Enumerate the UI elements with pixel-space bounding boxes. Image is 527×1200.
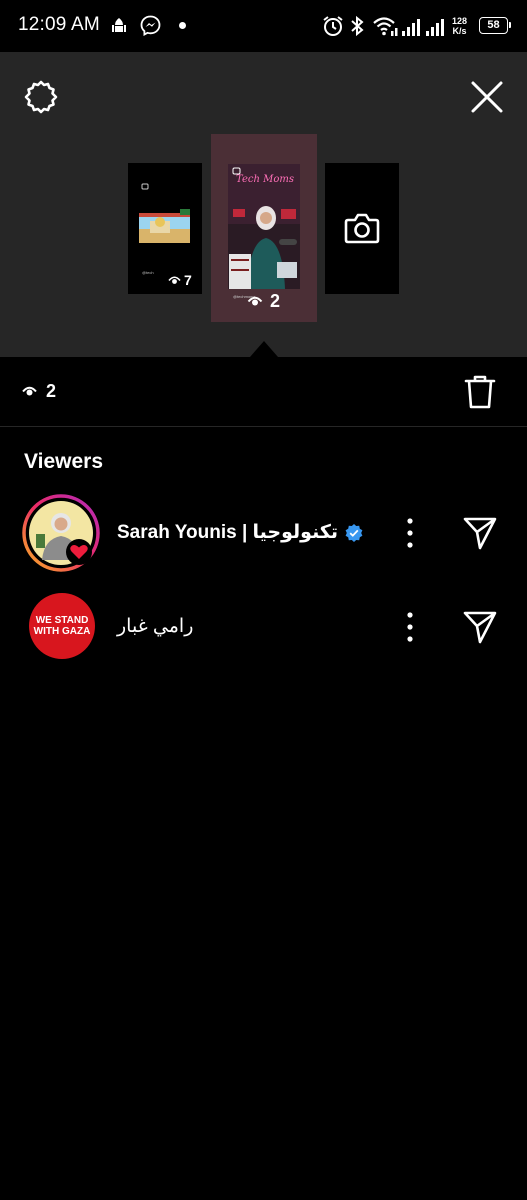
views-total: 2 xyxy=(22,381,56,402)
verified-badge-icon xyxy=(345,523,363,542)
avatar-text: WE STAND xyxy=(35,615,89,626)
eye-icon xyxy=(247,296,263,306)
send-message-icon[interactable] xyxy=(462,515,498,551)
notification-dot xyxy=(179,22,186,29)
battery-indicator: 58 xyxy=(479,17,511,34)
selection-pointer xyxy=(250,341,278,357)
views-total-value: 2 xyxy=(46,381,57,401)
story-view-count-value: 7 xyxy=(184,272,192,288)
avatar[interactable]: WE STAND WITH GAZA xyxy=(29,593,95,659)
messenger-icon xyxy=(140,15,161,36)
neon-sign-text: Tech Moms xyxy=(236,174,294,185)
trash-icon[interactable] xyxy=(463,374,497,410)
viewer-row[interactable]: WE STAND WITH GAZA رامي غبار xyxy=(0,585,527,669)
viewer-name-text: رامي غبار xyxy=(117,616,194,637)
story-thumbnail[interactable]: @tech 7 xyxy=(128,163,202,294)
bluetooth-icon xyxy=(351,15,364,37)
eye-icon xyxy=(22,386,37,396)
network-speed-value: 128 xyxy=(452,16,468,26)
network-speed: 128 K/s xyxy=(452,16,467,36)
wifi-icon xyxy=(373,17,398,36)
story-views-bar: 2 xyxy=(0,357,527,427)
signal-icon xyxy=(402,19,444,36)
story-view-count-value: 2 xyxy=(270,291,281,311)
avatar-text: WITH GAZA xyxy=(33,626,91,637)
story-thumbnail-selected[interactable]: Tech Moms @techmoms 2 xyxy=(211,134,317,322)
mosque-icon xyxy=(112,18,126,32)
camera-icon xyxy=(344,213,380,244)
viewers-heading: Viewers xyxy=(24,450,104,473)
viewer-name[interactable]: Sarah Younis | تكنولوجيا xyxy=(117,521,364,544)
heart-reaction-icon xyxy=(66,539,92,565)
more-options-icon[interactable] xyxy=(398,516,422,550)
status-time: 12:09 AM xyxy=(18,14,100,35)
settings-gear-icon[interactable] xyxy=(22,78,60,116)
close-icon[interactable] xyxy=(468,78,506,116)
viewer-name[interactable]: رامي غبار xyxy=(117,615,193,638)
status-bar: 12:09 AM 128 K/s 58 xyxy=(0,0,527,52)
viewer-row[interactable]: Sarah Younis | تكنولوجيا xyxy=(0,491,527,575)
story-view-count: 2 xyxy=(247,291,280,312)
story-thumbnails-panel: @tech 7 Tech Moms @techmoms 2 xyxy=(0,52,527,357)
send-message-icon[interactable] xyxy=(462,609,498,645)
viewer-name-text: Sarah Younis | تكنولوجيا xyxy=(117,522,339,543)
story-view-count: 7 xyxy=(168,272,192,288)
network-speed-unit: K/s xyxy=(452,26,467,36)
add-story-button[interactable] xyxy=(325,163,399,294)
svg-text:@tech: @tech xyxy=(142,270,154,275)
more-options-icon[interactable] xyxy=(398,610,422,644)
eye-icon xyxy=(168,275,181,284)
alarm-icon xyxy=(323,16,343,36)
